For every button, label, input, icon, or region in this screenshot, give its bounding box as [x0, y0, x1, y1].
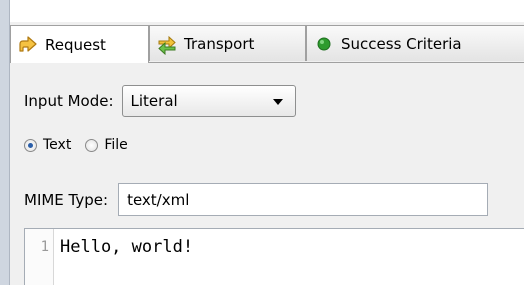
- editor-line-text: Hello, world!: [60, 237, 194, 257]
- radio-text-option[interactable]: Text: [24, 137, 71, 153]
- radio-file-option[interactable]: File: [85, 137, 128, 153]
- tab-success-criteria[interactable]: Success Criteria: [306, 25, 524, 61]
- input-mode-value: Literal: [130, 92, 178, 110]
- tab-transport[interactable]: Transport: [149, 25, 306, 61]
- mime-type-field[interactable]: [118, 183, 489, 216]
- input-mode-dropdown[interactable]: Literal: [121, 85, 296, 117]
- tab-bar: Request Transport Success Criteria: [10, 22, 524, 63]
- input-mode-row: Input Mode: Literal: [24, 85, 296, 117]
- tab-request-label: Request: [45, 35, 106, 54]
- request-panel: Input Mode: Literal Text File MIME Type:…: [10, 63, 524, 285]
- editor-line[interactable]: Hello, world!: [54, 229, 193, 285]
- left-frame-border: [0, 0, 10, 285]
- tab-transport-label: Transport: [184, 34, 255, 53]
- mime-type-label: MIME Type:: [24, 190, 109, 209]
- mime-type-row: MIME Type:: [24, 183, 489, 216]
- radio-text-label: Text: [43, 137, 72, 153]
- payload-editor[interactable]: 1 Hello, world!: [24, 228, 524, 285]
- transport-arrows-icon: [158, 35, 176, 55]
- green-dot-icon: [317, 37, 331, 50]
- tab-success-criteria-label: Success Criteria: [341, 34, 462, 53]
- radio-file-button[interactable]: [85, 138, 99, 152]
- line-number-gutter: 1: [25, 229, 54, 285]
- input-mode-label: Input Mode:: [24, 92, 114, 110]
- tab-request[interactable]: Request: [10, 25, 149, 63]
- line-number: 1: [40, 239, 49, 255]
- request-arrow-icon: [19, 35, 37, 52]
- chevron-down-icon: [272, 99, 283, 105]
- radio-file-label: File: [104, 137, 128, 153]
- radio-text-button[interactable]: [24, 138, 37, 152]
- source-radio-group: Text File: [24, 137, 142, 153]
